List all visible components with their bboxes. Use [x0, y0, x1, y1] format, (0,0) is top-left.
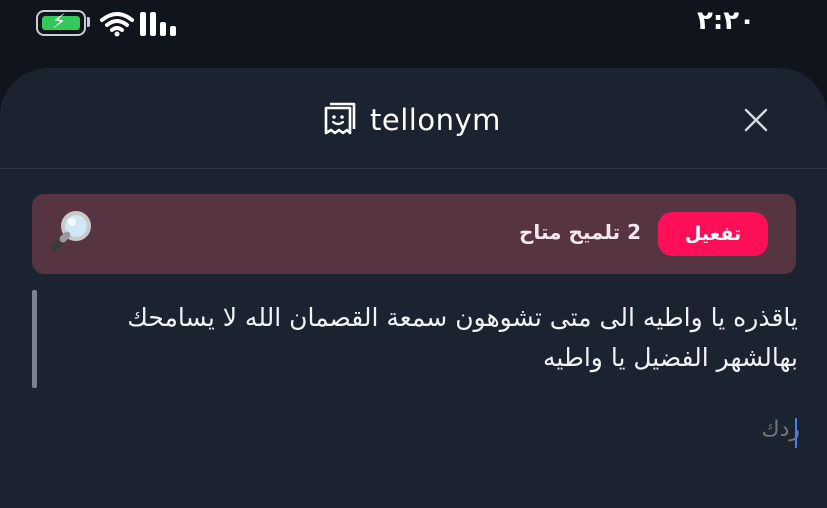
wifi-icon	[100, 12, 134, 37]
text-caret	[795, 418, 797, 448]
status-bar: ⚡ ٢:٢٠	[0, 0, 827, 48]
tellonym-logo-icon	[324, 102, 356, 135]
message-text: ياقذره يا واطيه الى متى تشوهون سمعة القص…	[127, 303, 798, 372]
sheet-header: tellonym	[0, 68, 827, 169]
battery-charging-icon: ⚡	[36, 9, 86, 36]
activate-button[interactable]: تفعيل	[658, 212, 768, 256]
signal-icon	[140, 12, 178, 36]
quote-bar	[32, 290, 37, 388]
reply-input[interactable]	[560, 408, 802, 450]
close-icon[interactable]	[740, 104, 772, 136]
composer-sheet: tellonym 2 تلميح متاح تفعيل ياقذره يا وا…	[0, 68, 827, 508]
battery-cap	[87, 17, 90, 27]
hint-banner: 2 تلميح متاح تفعيل	[32, 194, 796, 274]
status-time: ٢:٢٠	[696, 6, 755, 36]
tellonym-logo: tellonym	[322, 100, 508, 140]
hint-available-text: 2 تلميح متاح	[519, 220, 641, 244]
logo-text: tellonym	[370, 103, 501, 137]
magnifier-icon[interactable]	[48, 208, 96, 256]
